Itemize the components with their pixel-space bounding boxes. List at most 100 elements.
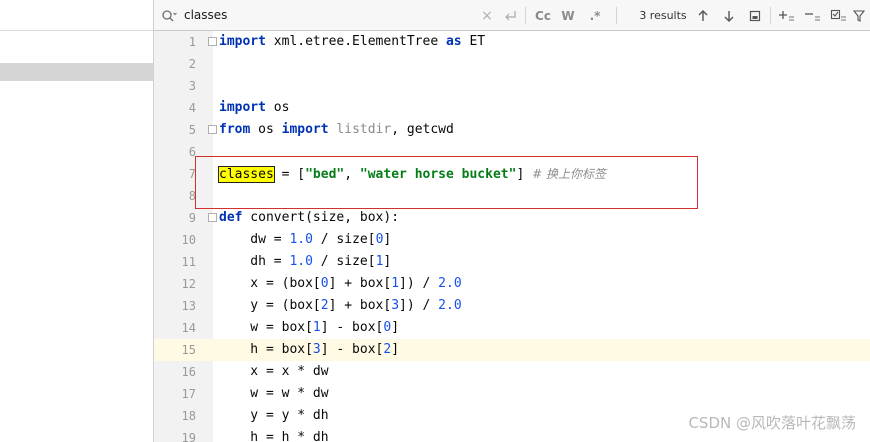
code-token: ] - box[ [320, 320, 384, 335]
code-line: 4 import os [154, 97, 870, 119]
find-bar: classes × Cc W .* 3 results [154, 0, 870, 31]
line-number: 16 [181, 365, 196, 379]
fold-marker-icon[interactable] [208, 125, 217, 134]
words-button[interactable]: W [559, 0, 577, 31]
regex-button[interactable]: .* [584, 0, 606, 31]
number-literal: 3 [312, 342, 321, 357]
fold-marker-icon[interactable] [208, 37, 217, 46]
code-token: / size[ [312, 254, 376, 269]
match-case-button[interactable]: Cc [533, 0, 553, 31]
code-line: 1 import xml.etree.ElementTree as ET [154, 31, 870, 53]
code-token: ]) / [399, 298, 439, 313]
code-text: from os import listdir, getcwd [219, 119, 454, 141]
fold-marker-icon[interactable] [208, 213, 217, 222]
next-occurrence-icon[interactable] [720, 0, 738, 31]
code-text: w = w * dw [219, 386, 329, 401]
code-token: xml.etree.ElementTree [265, 34, 446, 49]
number-literal: 2.0 [438, 298, 462, 313]
number-literal: 2.0 [438, 276, 462, 291]
number-literal: 0 [320, 276, 329, 291]
code-line: 12 x = (box[0] + box[1]) / 2.0 [154, 273, 870, 295]
code-token: x = (box[ [219, 276, 321, 291]
line-number: 6 [188, 145, 196, 159]
code-line: 9 def convert(size, box): [154, 207, 870, 229]
search-input[interactable]: classes [184, 0, 227, 31]
toolbar-separator [525, 7, 526, 24]
keyword: def [219, 210, 243, 225]
filter-icon[interactable] [828, 0, 850, 31]
code-line: 2 [154, 53, 870, 75]
code-line: 10 dw = 1.0 / size[0] [154, 229, 870, 251]
number-literal: 1 [312, 320, 321, 335]
code-line: 14 w = box[1] - box[0] [154, 317, 870, 339]
unused-import-token: listdir [328, 122, 392, 137]
code-text: def convert(size, box): [219, 207, 399, 229]
clear-search-icon[interactable]: × [479, 0, 495, 31]
code-token: w = box[ [219, 320, 313, 335]
code-token: ]) / [399, 276, 439, 291]
code-token: h = box[ [219, 342, 313, 357]
code-text: h = box[3] - box[2] [219, 339, 399, 361]
code-token: dw = [219, 232, 290, 247]
code-line: 11 dh = 1.0 / size[1] [154, 251, 870, 273]
code-line: 17 w = w * dw [154, 383, 870, 405]
number-literal: 3 [391, 298, 400, 313]
add-occurrence-icon[interactable] [776, 0, 798, 31]
keyword: import [281, 122, 329, 137]
code-token: ] [383, 254, 392, 269]
code-token: os [250, 122, 282, 137]
filter-funnel-icon[interactable] [850, 0, 868, 31]
code-text: h = h * dh [219, 430, 329, 442]
toolbar-separator [770, 7, 771, 24]
line-number: 2 [188, 57, 196, 71]
code-editor[interactable]: 1 import xml.etree.ElementTree as ET 2 3… [154, 31, 870, 442]
number-literal: 2 [320, 298, 329, 313]
select-all-occurrences-icon[interactable] [746, 0, 764, 31]
number-literal: 1.0 [289, 232, 313, 247]
code-token: ] [391, 320, 400, 335]
code-token: os [265, 100, 290, 115]
line-number: 4 [188, 101, 196, 115]
code-text: import xml.etree.ElementTree as ET [219, 31, 485, 53]
line-number: 5 [188, 123, 196, 137]
line-number: 13 [181, 299, 196, 313]
remove-occurrence-icon[interactable] [802, 0, 824, 31]
code-line: 13 y = (box[2] + box[3]) / 2.0 [154, 295, 870, 317]
code-text: w = box[1] - box[0] [219, 317, 399, 339]
results-count: 3 results [639, 9, 687, 22]
toolbar-separator [616, 7, 617, 24]
code-text: import os [219, 97, 289, 119]
line-number: 11 [181, 255, 196, 269]
code-text: x = x * dw [219, 364, 329, 379]
current-code-line: 15 h = box[3] - box[2] [154, 339, 870, 361]
project-panel [0, 0, 154, 442]
selected-tree-item[interactable] [0, 63, 153, 81]
line-number: 8 [188, 189, 196, 203]
keyword: import [219, 34, 266, 49]
number-literal: 1.0 [289, 254, 313, 269]
line-number: 10 [181, 233, 196, 247]
code-token: dh = [219, 254, 290, 269]
code-line: 3 [154, 75, 870, 97]
code-token: ] + box[ [328, 276, 392, 291]
line-number: 1 [188, 35, 196, 49]
code-line: 5 from os import listdir, getcwd [154, 119, 870, 141]
code-token: y = (box[ [219, 298, 321, 313]
code-text: y = (box[2] + box[3]) / 2.0 [219, 295, 462, 317]
keyword: import [219, 100, 266, 115]
watermark: CSDN @风吹落叶花飘荡 [688, 414, 856, 432]
new-line-icon[interactable] [502, 0, 518, 31]
code-token: , getcwd [391, 122, 454, 137]
line-number: 19 [181, 431, 196, 442]
code-token: / size[ [312, 232, 376, 247]
code-text: y = y * dh [219, 408, 329, 423]
keyword: as [445, 34, 462, 49]
line-number: 15 [154, 339, 196, 361]
code-token: ] - box[ [320, 342, 384, 357]
search-icon[interactable] [158, 0, 180, 31]
line-number: 9 [188, 211, 196, 225]
previous-occurrence-icon[interactable] [694, 0, 712, 31]
line-number: 3 [188, 79, 196, 93]
code-text: dh = 1.0 / size[1] [219, 251, 391, 273]
code-line: 16 x = x * dw [154, 361, 870, 383]
